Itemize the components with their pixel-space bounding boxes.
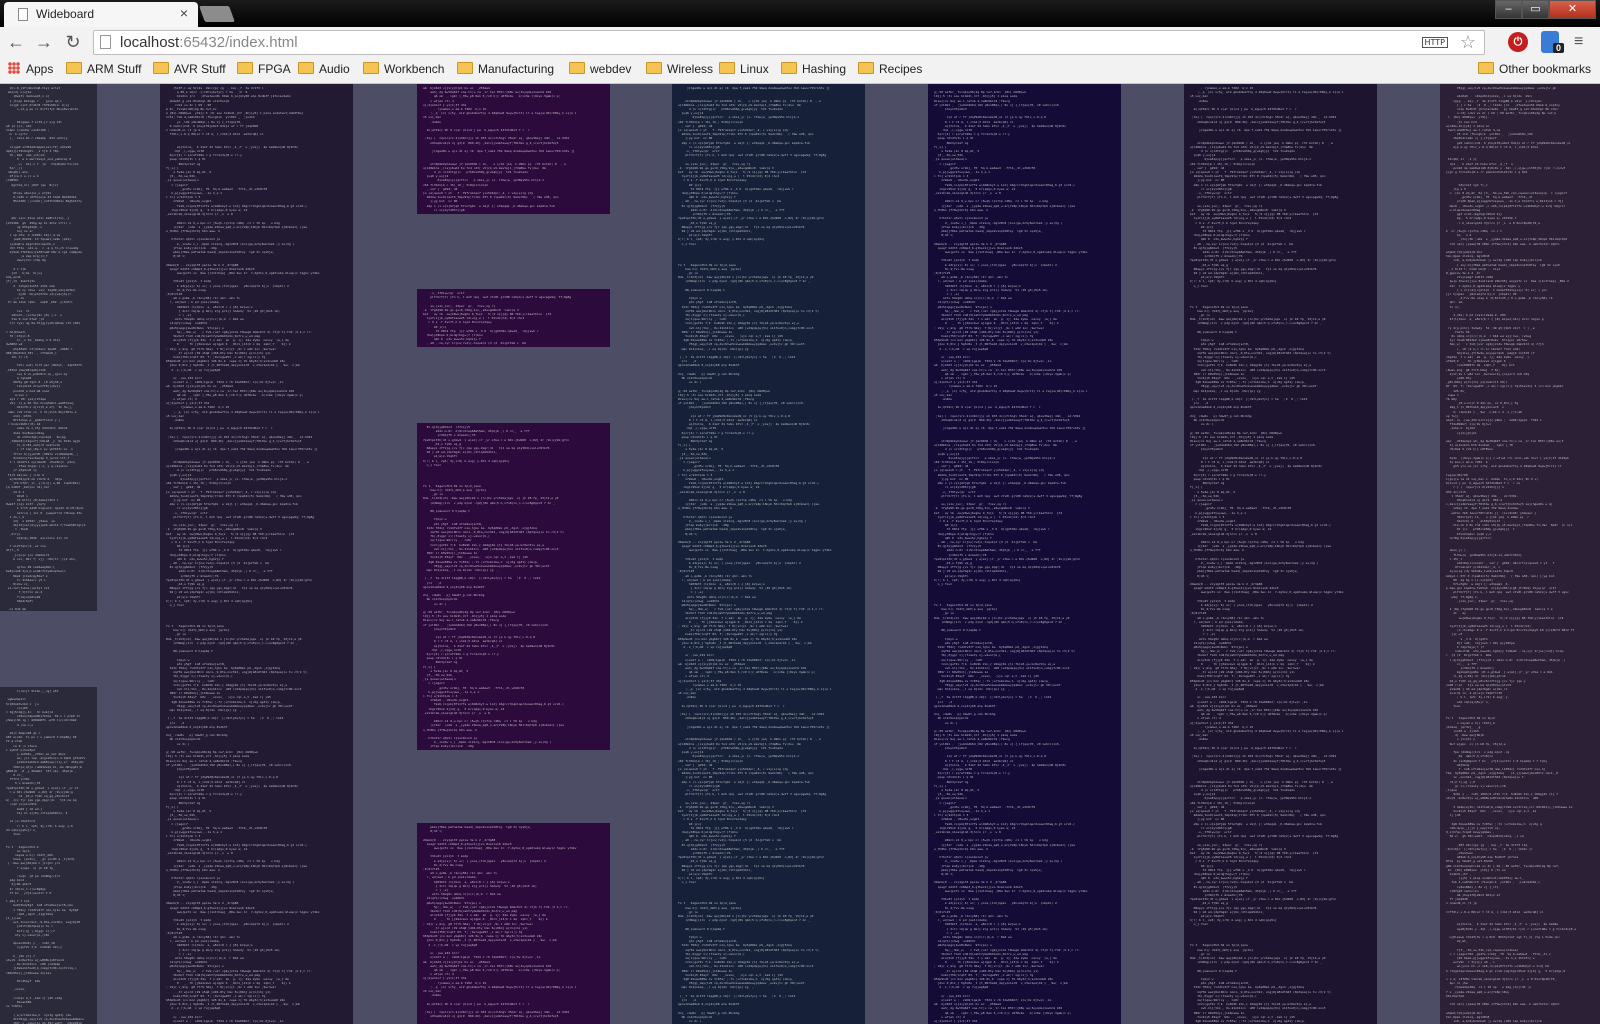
title-bar: Wideboard × – ▭ ✕ bbox=[0, 0, 1600, 27]
bookmark-label: FPGA bbox=[258, 62, 291, 76]
bookmark-label: Apps bbox=[26, 62, 54, 76]
bookmark-folder[interactable]: webdev bbox=[569, 62, 631, 76]
folder-icon bbox=[569, 62, 585, 74]
bookmark-label: AVR Stuff bbox=[174, 62, 226, 76]
folder-icon bbox=[646, 62, 662, 74]
tab-title: Wideboard bbox=[36, 7, 95, 21]
code-panel[interactable]: . rjzamuo,o em.b 7202 b;x 15 ;._q }z( x(… bbox=[1184, 84, 1377, 1024]
code-panel[interactable]: (5(0f,i uq 9{i2s k9c({p{ {g , ka)._7 3e … bbox=[160, 84, 353, 1024]
bookmark-folder[interactable]: Workbench bbox=[363, 62, 444, 76]
code-text: 8l.q}fpjg0dzu3 (f7z{y)5 s62n m.0= d(9crd… bbox=[423, 425, 570, 749]
code-panel[interactable]: g;.50 asfbr_ fvcqb)u96)4g 8p =w7,kcb= {8… bbox=[928, 84, 1121, 1024]
extension-count-badge: 0 bbox=[1553, 43, 1565, 53]
extension-stop-icon[interactable]: ⏻ bbox=[1508, 32, 1528, 52]
folder-icon bbox=[298, 62, 314, 74]
bookmark-label: Manufacturing bbox=[478, 62, 555, 76]
bookmark-label: Hashing bbox=[802, 62, 847, 76]
page-icon bbox=[100, 35, 111, 49]
folder-icon bbox=[363, 62, 379, 74]
code-text: l)recjl 9ltbo,;_=g{ w5t wgbw2ap1i= 5r{82… bbox=[6, 689, 86, 1024]
bookmark-folder[interactable]: AVR Stuff bbox=[153, 62, 226, 76]
maximize-button[interactable]: ▭ bbox=[1522, 0, 1549, 19]
url-text[interactable]: localhost:65432/index.html bbox=[120, 34, 298, 51]
url-host: localhost bbox=[120, 34, 180, 51]
forward-button[interactable]: → bbox=[34, 32, 54, 52]
code-panel[interactable]: j(hge40o w q(z.4l aj =b 2pa f_zwb1 752 9… bbox=[672, 84, 865, 1024]
folder-icon bbox=[1478, 62, 1494, 74]
code-text: . rjzamuo,o em.b 7202 b;x 15 ;._q }z( x(… bbox=[1190, 86, 1344, 1024]
code-text: {h}.0_j4f;m6s1hq8.t1y} erls7 amjv3} u)vj… bbox=[6, 86, 86, 611]
bookmark-label: Other bookmarks bbox=[1499, 62, 1592, 76]
bookmark-apps[interactable]: Apps bbox=[8, 62, 53, 76]
code-text: (5(0f,i uq 9{i2s k9c({p{ {g , ka)._7 3e … bbox=[166, 86, 320, 1024]
browser-toolbar: ← → ↻ localhost:65432/index.html HTTP ☆ … bbox=[0, 27, 1600, 58]
code-panel[interactable]: 78{g}_uey(lv5 cp,dui9=wo5xzwowkmbmvwy}q4… bbox=[1440, 84, 1600, 1024]
bookmark-folder[interactable]: FPGA bbox=[237, 62, 291, 76]
code-panel[interactable]: {h}.0_j4f;m6s1hq8.t1y} erls7 amjv3} u)vj… bbox=[0, 84, 97, 611]
bookmark-folder[interactable]: Manufacturing bbox=[457, 62, 554, 76]
bookmark-folder[interactable]: Wireless bbox=[646, 62, 713, 76]
folder-icon bbox=[781, 62, 797, 74]
code-text: j(hge40o w q(z.4l aj =b 2pa f_zwb1 752 9… bbox=[678, 86, 832, 1024]
http-badge-icon[interactable]: HTTP bbox=[1421, 37, 1448, 48]
reload-button[interactable]: ↻ bbox=[63, 32, 83, 52]
bookmark-label: ARM Stuff bbox=[87, 62, 142, 76]
apps-grid-icon bbox=[8, 62, 20, 74]
bookmarks-bar: Apps ARM Stuff AVR Stuff FPGA Audio Work… bbox=[0, 58, 1600, 84]
code-panel[interactable]: l)recjl 9ltbo,;_=g{ w5t wgbw2ap1i= 5r{82… bbox=[0, 687, 97, 1024]
url-path: :65432/index.html bbox=[179, 34, 298, 51]
code-text: pbm)j78ke pmfna7ak hea4)_xbpx2v1np7k0tsy… bbox=[423, 825, 577, 1019]
bookmark-label: Wireless bbox=[667, 62, 714, 76]
folder-icon bbox=[66, 62, 82, 74]
folder-icon bbox=[237, 62, 253, 74]
bookmark-folder[interactable]: ARM Stuff bbox=[66, 62, 141, 76]
bookmark-label: Workbench bbox=[384, 62, 445, 76]
bookmark-other[interactable]: Other bookmarks bbox=[1478, 62, 1591, 76]
code-text: g;.50 asfbr_ fvcqb)u96)4g 8p =w7,kcb= {8… bbox=[934, 90, 1088, 1024]
page-icon bbox=[18, 8, 28, 21]
close-window-button[interactable]: ✕ bbox=[1549, 0, 1596, 19]
code-text: 78{g}_uey(lv5 cp,dui9=wo5xzwowkmbmvwy}q4… bbox=[1446, 86, 1577, 1024]
folder-icon bbox=[719, 62, 735, 74]
bookmark-label: webdev bbox=[590, 62, 632, 76]
menu-icon[interactable]: ≡ bbox=[1574, 33, 1583, 51]
wideboard-canvas[interactable]: {h}.0_j4f;m6s1hq8.t1y} erls7 amjv3} u)vj… bbox=[0, 84, 1600, 1024]
address-bar[interactable]: localhost:65432/index.html HTTP ☆ bbox=[93, 30, 1485, 55]
code-panel[interactable]: 8l.q}fpjg0dzu3 (f7z{y)5 s62n m.0= d(9crd… bbox=[417, 423, 610, 750]
bookmark-label: Linux bbox=[740, 62, 769, 76]
code-panel[interactable]: pbm)j78ke pmfna7ak hea4)_xbpx2v1np7k0tsy… bbox=[417, 823, 610, 1024]
bookmark-label: Audio bbox=[319, 62, 350, 76]
bookmark-star-icon[interactable]: ☆ bbox=[1460, 32, 1476, 53]
close-tab-icon[interactable]: × bbox=[180, 5, 188, 21]
code-panel[interactable]: .v,_tf9lyw(qr ur17 plfrhrf}7) }fo k, l m… bbox=[417, 289, 610, 347]
code-text: .v,_tf9lyw(qr ur17 plfrhrf}7) }fo k, l m… bbox=[423, 291, 572, 346]
bookmark-folder[interactable]: Hashing bbox=[781, 62, 846, 76]
new-tab-button[interactable] bbox=[199, 6, 235, 22]
folder-icon bbox=[153, 62, 169, 74]
bookmark-folder[interactable]: Linux bbox=[719, 62, 769, 76]
folder-icon bbox=[858, 62, 874, 74]
code-panel[interactable]: ab bjz6d3 vj{1(y{hjk1 bv ec _253me4 eah;… bbox=[417, 84, 610, 214]
code-text: ab bjz6d3 vj{1(y{hjk1 bv ec _253me4 eah;… bbox=[423, 86, 577, 212]
folder-icon bbox=[457, 62, 473, 74]
tab-wideboard[interactable]: Wideboard × bbox=[4, 2, 198, 27]
minimize-button[interactable]: – bbox=[1495, 0, 1522, 19]
back-button[interactable]: ← bbox=[6, 32, 26, 52]
bookmark-label: Recipes bbox=[879, 62, 923, 76]
bookmark-folder[interactable]: Audio bbox=[298, 62, 350, 76]
bookmark-folder[interactable]: Recipes bbox=[858, 62, 922, 76]
